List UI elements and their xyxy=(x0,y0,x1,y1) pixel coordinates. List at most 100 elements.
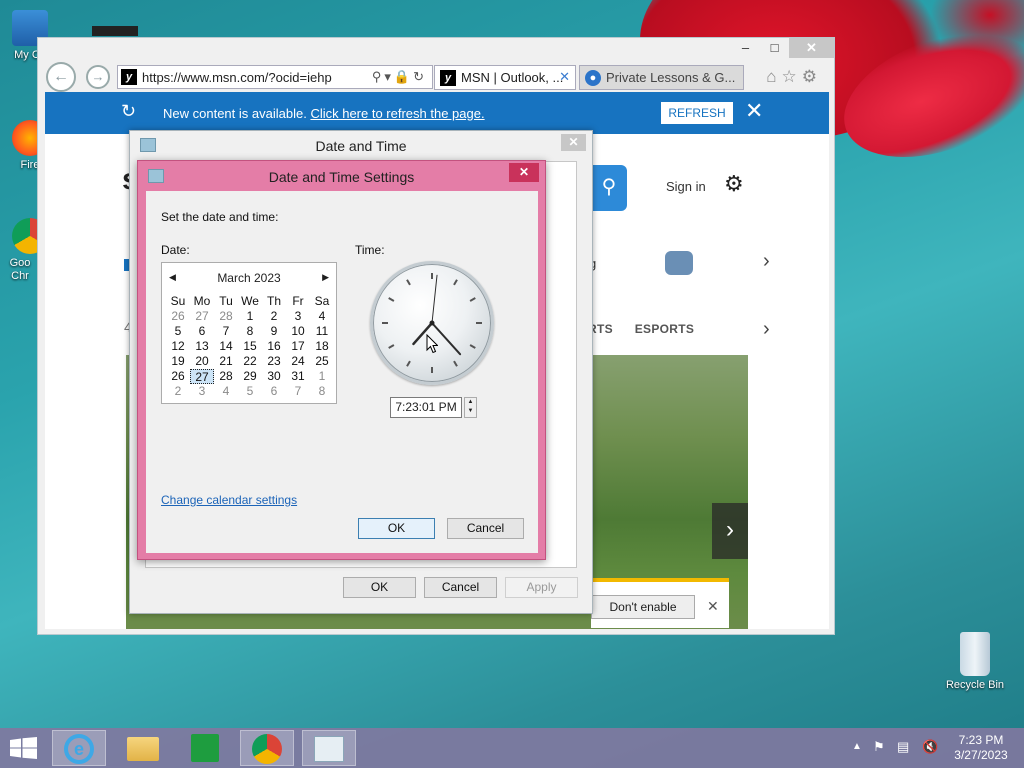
taskbar-store[interactable] xyxy=(178,730,232,766)
calendar-day[interactable]: 6 xyxy=(262,384,286,399)
settings-gear-icon[interactable]: ⚙ xyxy=(802,67,822,86)
calendar-day[interactable]: 8 xyxy=(310,384,334,399)
calendar[interactable]: ◀ March 2023 ▶ Su Mo Tu We Th Fr Sa 26 27 28 1 2 3 4 5… xyxy=(161,262,337,404)
address-tools: ⚲▾🔒↻ xyxy=(372,69,427,85)
chevron-right-icon[interactable]: › xyxy=(763,250,770,273)
calendar-day[interactable]: 26 xyxy=(166,309,190,324)
calendar-day[interactable]: 5 xyxy=(238,384,262,399)
sign-in-link[interactable]: Sign in xyxy=(666,179,706,194)
calendar-day[interactable]: 11 xyxy=(310,324,334,339)
spin-down-icon[interactable]: ▼ xyxy=(465,407,476,416)
calendar-day[interactable]: 3 xyxy=(286,309,310,324)
calendar-day[interactable]: 12 xyxy=(166,339,190,354)
calendar-day[interactable]: 16 xyxy=(262,339,286,354)
calendar-day[interactable]: 29 xyxy=(238,369,262,384)
calendar-day[interactable]: 19 xyxy=(166,354,190,369)
next-month-icon[interactable]: ▶ xyxy=(322,272,329,283)
cancel-button[interactable]: Cancel xyxy=(424,577,497,598)
calendar-day[interactable]: 7 xyxy=(286,384,310,399)
calendar-day[interactable]: 24 xyxy=(286,354,310,369)
ok-button[interactable]: OK xyxy=(343,577,416,598)
calendar-day[interactable]: 22 xyxy=(238,354,262,369)
nav-category-esports[interactable]: ESPORTS xyxy=(635,322,694,336)
close-button[interactable]: ✕ xyxy=(561,134,586,151)
notification-bar: ↻ New content is available. Click here t… xyxy=(45,92,829,134)
refresh-icon[interactable]: ↻ xyxy=(413,69,427,84)
change-calendar-settings-link[interactable]: Change calendar settings xyxy=(161,493,297,507)
calendar-day[interactable]: 9 xyxy=(262,324,286,339)
calendar-day[interactable]: 10 xyxy=(286,324,310,339)
car-icon[interactable] xyxy=(665,251,693,275)
taskbar-internet-explorer[interactable]: e xyxy=(52,730,106,766)
calendar-day[interactable]: 5 xyxy=(166,324,190,339)
calendar-day[interactable]: 17 xyxy=(286,339,310,354)
search-button[interactable]: ⚲ xyxy=(591,165,627,211)
calendar-day[interactable]: 13 xyxy=(190,339,214,354)
dropdown-icon[interactable]: ▾ xyxy=(384,69,394,84)
calendar-day[interactable]: 4 xyxy=(310,309,334,324)
taskbar-date-time[interactable] xyxy=(302,730,356,766)
calendar-day[interactable]: 1 xyxy=(238,309,262,324)
volume-muted-icon[interactable]: 🔇 xyxy=(922,739,938,755)
time-spinner[interactable]: ▲ ▼ xyxy=(464,397,477,418)
taskbar-chrome[interactable] xyxy=(240,730,294,766)
calendar-day[interactable]: 2 xyxy=(166,384,190,399)
refresh-button[interactable]: REFRESH xyxy=(661,102,733,124)
calendar-day[interactable]: 7 xyxy=(214,324,238,339)
tab-close-icon[interactable]: ✕ xyxy=(559,69,570,85)
close-notification-icon[interactable]: ✕ xyxy=(745,98,763,124)
tab-private-lessons[interactable]: ● Private Lessons & G... xyxy=(579,65,744,90)
calendar-day[interactable]: 27 xyxy=(190,309,214,324)
calendar-month[interactable]: March 2023 xyxy=(162,271,336,287)
calendar-day[interactable]: 28 xyxy=(214,369,238,384)
calendar-day[interactable]: 31 xyxy=(286,369,310,384)
calendar-day[interactable]: 6 xyxy=(190,324,214,339)
close-button[interactable]: ✕ xyxy=(509,163,539,182)
apply-button[interactable]: Apply xyxy=(505,577,578,598)
calendar-day[interactable]: 23 xyxy=(262,354,286,369)
home-icon[interactable]: ⌂ xyxy=(766,67,781,86)
calendar-day[interactable]: 21 xyxy=(214,354,238,369)
calendar-day[interactable]: 27 xyxy=(190,369,214,384)
calendar-day[interactable]: 18 xyxy=(310,339,334,354)
favorites-star-icon[interactable]: ☆ xyxy=(782,67,802,86)
calendar-day[interactable]: 20 xyxy=(190,354,214,369)
chevron-right-icon[interactable]: › xyxy=(763,318,770,341)
calendar-day[interactable]: 14 xyxy=(214,339,238,354)
close-prompt-icon[interactable]: ✕ xyxy=(707,598,719,615)
minimize-button[interactable]: – xyxy=(731,38,760,58)
calendar-day[interactable]: 4 xyxy=(214,384,238,399)
next-slide-button[interactable]: › xyxy=(712,503,748,559)
settings-gear-icon[interactable]: ⚙ xyxy=(724,171,744,197)
address-bar[interactable]: y https://www.msn.com/?ocid=iehp ⚲▾🔒↻ xyxy=(117,65,433,89)
dont-enable-button[interactable]: Don't enable xyxy=(591,595,695,619)
dialog-body: Set the date and time: Date: Time: ◀ Mar… xyxy=(146,191,538,553)
calendar-day[interactable]: 2 xyxy=(262,309,286,324)
time-input[interactable]: 7:23:01 PM xyxy=(390,397,462,418)
calendar-day[interactable]: 1 xyxy=(310,369,334,384)
taskbar-file-explorer[interactable] xyxy=(116,730,170,766)
calendar-day[interactable]: 15 xyxy=(238,339,262,354)
calendar-day[interactable]: 3 xyxy=(190,384,214,399)
cancel-button[interactable]: Cancel xyxy=(447,518,524,539)
forward-button[interactable]: → xyxy=(86,65,110,89)
calendar-day[interactable]: 8 xyxy=(238,324,262,339)
close-button[interactable]: ✕ xyxy=(789,38,834,58)
taskbar-clock[interactable]: 7:23 PM 3/27/2023 xyxy=(950,733,1012,763)
calendar-day[interactable]: 28 xyxy=(214,309,238,324)
spin-up-icon[interactable]: ▲ xyxy=(465,398,476,407)
desktop-icon-recycle-bin[interactable]: Recycle Bin xyxy=(944,632,1006,691)
network-icon[interactable]: ▤ xyxy=(897,739,909,755)
refresh-page-link[interactable]: Click here to refresh the page. xyxy=(310,106,484,121)
back-button[interactable]: ← xyxy=(46,62,76,92)
maximize-button[interactable]: □ xyxy=(760,38,789,58)
show-hidden-icons[interactable]: ▲ xyxy=(852,741,862,752)
start-button[interactable] xyxy=(10,737,38,759)
search-icon[interactable]: ⚲ xyxy=(372,69,385,84)
ok-button[interactable]: OK xyxy=(358,518,435,539)
action-center-flag-icon[interactable]: ⚑ xyxy=(873,739,885,755)
calendar-day[interactable]: 30 xyxy=(262,369,286,384)
calendar-day[interactable]: 26 xyxy=(166,369,190,384)
calendar-day[interactable]: 25 xyxy=(310,354,334,369)
tab-msn[interactable]: y MSN | Outlook, ... ✕ xyxy=(434,65,576,90)
